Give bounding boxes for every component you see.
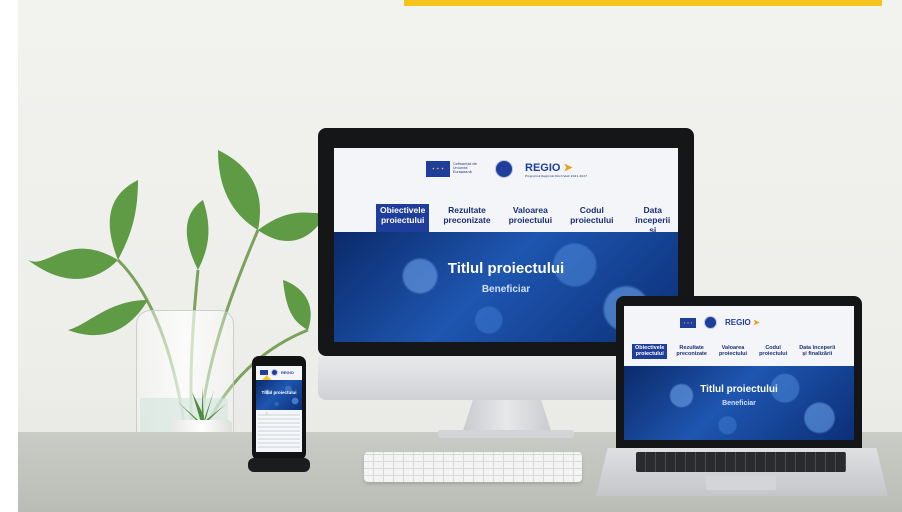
laptop-regio-arrow-icon: ➤ — [753, 318, 760, 327]
eu-cofinancing-text: Cofinanțat de Uniunea Europeană — [453, 162, 477, 174]
laptop-nav-objectives[interactable]: Obiectivele proiectului — [632, 344, 668, 359]
monitor-stand-foot — [438, 430, 574, 438]
phone-eu-flag-icon — [260, 370, 268, 427]
phone-logo-row: REGIO — [260, 369, 294, 427]
laptop-government-seal-icon — [704, 316, 717, 329]
phone-regio-brand-text: REGIO — [281, 370, 294, 375]
government-seal-icon — [495, 160, 513, 178]
hero-subtitle: Beneficiar — [481, 284, 531, 295]
logo-row: Cofinanțat de Uniunea Europeană REGIO ➤ … — [426, 160, 587, 178]
laptop-site-header: REGIO ➤ Obiectivele proiectului Rezultat… — [624, 306, 854, 366]
regio-brand-text: REGIO — [525, 161, 561, 174]
laptop-hero-title: Titlul proiectului — [700, 384, 778, 395]
eu-logo: Cofinanțat de Uniunea Europeană — [426, 161, 483, 177]
laptop-nav-results[interactable]: Rezultate preconizate — [673, 344, 710, 359]
laptop-hero-banner: Titlul proiectului Beneficiar — [624, 366, 854, 440]
regio-logo: REGIO ➤ Programul Regional Nord-Vest 202… — [525, 161, 587, 178]
phone-stand — [248, 458, 310, 472]
hero-title: Titlul proiectului — [447, 260, 565, 277]
laptop-site-nav: Obiectivele proiectului Rezultate precon… — [632, 344, 838, 359]
laptop-eu-flag-icon — [680, 317, 696, 328]
phone-hero-banner: Titlul proiectului — [256, 380, 302, 410]
regio-arrow-icon: ➤ — [563, 161, 573, 174]
laptop-keyboard — [636, 452, 846, 472]
laptop-logo-row: REGIO ➤ — [680, 316, 760, 329]
keyboard — [364, 452, 582, 482]
eu-flag-icon — [426, 161, 450, 177]
regio-tagline: Programul Regional Nord-Vest 2021-2027 — [525, 173, 588, 178]
laptop-regio-brand-text: REGIO — [725, 318, 751, 327]
workspace-scene: Cofinanțat de Uniunea Europeană REGIO ➤ … — [18, 0, 902, 512]
laptop-nav-code[interactable]: Codul proiectului — [756, 344, 790, 359]
phone-screen: REGIO Titlul proiectului — [256, 366, 302, 452]
monitor-stand-neck — [462, 400, 552, 434]
laptop-screen: REGIO ➤ Obiectivele proiectului Rezultat… — [624, 306, 854, 440]
laptop-trackpad — [706, 476, 776, 490]
laptop-nav-value[interactable]: Valoarea proiectului — [716, 344, 750, 359]
laptop-nav-dates[interactable]: Data începerii și finalizării — [796, 344, 838, 359]
plant-leaves — [28, 150, 328, 336]
phone-hero-title: Titlul proiectului — [261, 390, 297, 395]
laptop-hero-subtitle: Beneficiar — [722, 400, 756, 407]
accent-bar — [404, 0, 882, 6]
site-header: Cofinanțat de Uniunea Europeană REGIO ➤ … — [334, 148, 678, 248]
phone-list-content — [258, 414, 300, 448]
